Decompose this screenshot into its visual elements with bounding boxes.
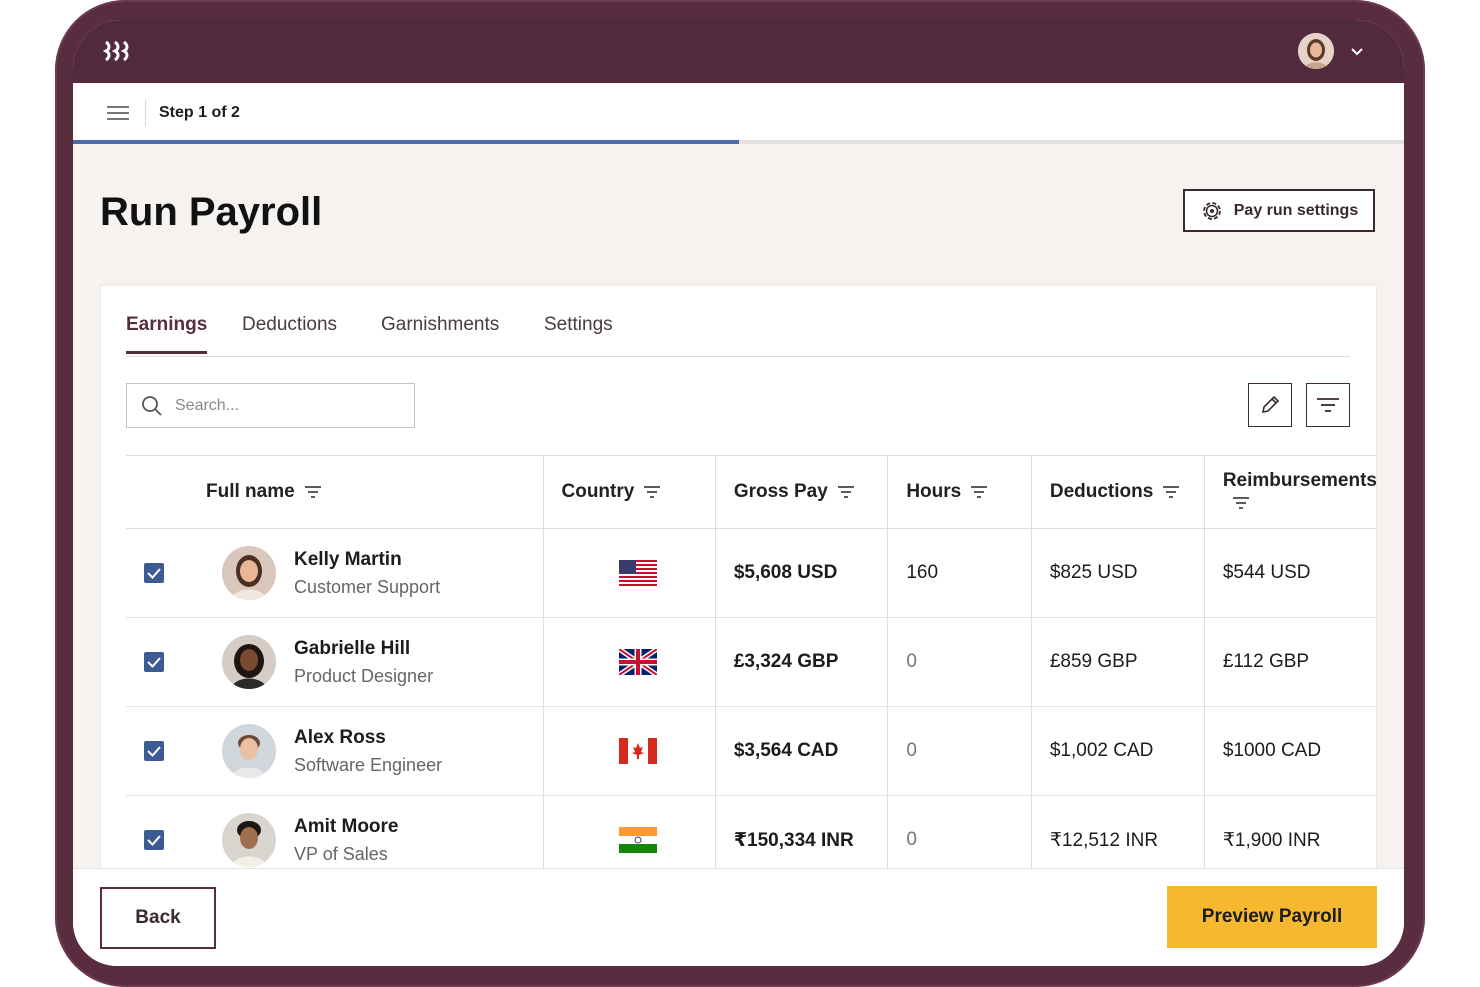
column-header-label: Reimbursements — [1222, 470, 1377, 491]
deductions-cell: £859 GBP — [1030, 617, 1205, 707]
column-header-country[interactable]: Country — [542, 455, 716, 529]
check-icon — [147, 746, 161, 757]
row-checkbox[interactable] — [144, 741, 164, 761]
menu-icon[interactable] — [107, 106, 129, 120]
table-row[interactable]: Kelly Martin Customer Support $5,608 USD… — [126, 528, 1377, 618]
sort-filter-icon[interactable] — [971, 486, 988, 498]
step-indicator: Step 1 of 2 — [159, 104, 240, 121]
table-row[interactable]: Alex Ross Software Engineer $3,564 CAD 0… — [126, 706, 1377, 796]
tab-garnishments[interactable]: Garnishments — [381, 314, 499, 354]
tab-settings[interactable]: Settings — [544, 314, 613, 354]
preview-payroll-button[interactable]: Preview Payroll — [1167, 886, 1377, 948]
app-screen: Step 1 of 2 Run Payroll Pay run settings… — [73, 20, 1404, 966]
person-photo-icon — [222, 546, 276, 600]
column-header-gross-pay[interactable]: Gross Pay — [714, 455, 888, 529]
hours-cell: 0 — [887, 706, 1032, 796]
search-input[interactable] — [173, 392, 397, 420]
footer-bar: Back Preview Payroll — [73, 868, 1404, 966]
uk-flag-icon — [619, 649, 658, 675]
us-flag-icon — [619, 560, 658, 586]
gross-pay-cell: $5,608 USD — [714, 528, 888, 618]
table-row[interactable]: Gabrielle Hill Product Designer £3,324 G… — [126, 617, 1377, 707]
reimbursements-cell: £112 GBP — [1203, 617, 1377, 707]
employee-name: Alex Ross — [294, 726, 386, 748]
gear-icon — [1202, 201, 1221, 220]
progress-bar-fill — [73, 140, 739, 144]
person-photo-icon — [222, 813, 276, 867]
person-photo-icon — [222, 724, 276, 778]
column-header-full-name[interactable]: Full name — [126, 455, 543, 529]
employee-name: Amit Moore — [294, 815, 399, 837]
table-header-row: Full name Country Gross Pay Hours Deduct… — [126, 455, 1377, 529]
column-header-label: Full name — [206, 481, 295, 502]
employee-name: Gabrielle Hill — [294, 637, 411, 659]
avatar — [222, 635, 276, 689]
filter-button[interactable] — [1306, 383, 1350, 427]
user-avatar-icon — [1298, 33, 1334, 69]
reimbursements-cell: $1000 CAD — [1203, 706, 1377, 796]
hours-cell: 0 — [887, 617, 1032, 707]
avatar — [222, 724, 276, 778]
sort-filter-icon[interactable] — [1163, 486, 1180, 498]
deductions-cell: $1,002 CAD — [1030, 706, 1205, 796]
check-icon — [147, 657, 161, 668]
india-flag-icon — [619, 827, 658, 853]
step-bar: Step 1 of 2 — [73, 83, 1404, 141]
column-header-label: Country — [561, 481, 635, 502]
earnings-table: Full name Country Gross Pay Hours Deduct… — [126, 455, 1377, 885]
column-header-reimbursements[interactable]: Reimbursements — [1203, 455, 1377, 529]
tab-earnings[interactable]: Earnings — [126, 314, 208, 354]
column-header-hours[interactable]: Hours — [887, 455, 1032, 529]
row-checkbox[interactable] — [144, 830, 164, 850]
edit-button[interactable] — [1248, 383, 1292, 427]
sort-filter-icon[interactable] — [644, 486, 661, 498]
pencil-icon — [1261, 395, 1280, 414]
sort-filter-icon[interactable] — [304, 486, 321, 498]
reimbursements-cell: $544 USD — [1203, 528, 1377, 618]
page-title: Run Payroll — [100, 190, 323, 234]
user-avatar[interactable] — [1298, 33, 1334, 69]
gross-pay-cell: $3,564 CAD — [714, 706, 888, 796]
employee-role: Customer Support — [294, 576, 441, 597]
row-checkbox[interactable] — [144, 563, 164, 583]
canada-flag-icon — [619, 738, 658, 764]
employee-role: Software Engineer — [294, 754, 443, 775]
hours-cell: 160 — [887, 528, 1032, 618]
tab-bar: Earnings Deductions Garnishments Setting… — [126, 286, 1350, 357]
column-header-label: Deductions — [1049, 481, 1154, 502]
avatar — [222, 546, 276, 600]
chevron-down-icon[interactable] — [1349, 43, 1365, 59]
gross-pay-cell: £3,324 GBP — [714, 617, 888, 707]
avatar — [222, 813, 276, 867]
column-header-deductions[interactable]: Deductions — [1030, 455, 1205, 529]
column-header-label: Gross Pay — [733, 481, 828, 502]
pay-run-settings-label: Pay run settings — [1233, 201, 1359, 219]
person-photo-icon — [222, 635, 276, 689]
progress-bar — [73, 140, 1404, 144]
top-bar — [73, 20, 1404, 83]
sort-filter-icon[interactable] — [1232, 497, 1249, 509]
deductions-cell: $825 USD — [1030, 528, 1205, 618]
employee-role: VP of Sales — [294, 843, 388, 864]
check-icon — [147, 568, 161, 579]
tab-deductions[interactable]: Deductions — [242, 314, 337, 354]
pay-run-settings-button[interactable]: Pay run settings — [1183, 189, 1375, 232]
search-box[interactable] — [126, 383, 415, 428]
column-header-label: Hours — [906, 481, 962, 502]
payroll-card: Earnings Deductions Garnishments Setting… — [100, 285, 1377, 905]
sort-filter-icon[interactable] — [837, 486, 854, 498]
divider — [145, 100, 146, 126]
row-checkbox[interactable] — [144, 652, 164, 672]
check-icon — [147, 835, 161, 846]
back-button[interactable]: Back — [100, 887, 216, 949]
rippling-logo-icon[interactable] — [103, 38, 133, 64]
employee-role: Product Designer — [294, 665, 434, 686]
employee-name: Kelly Martin — [294, 548, 402, 570]
search-icon — [142, 396, 162, 416]
filter-icon — [1317, 398, 1339, 412]
